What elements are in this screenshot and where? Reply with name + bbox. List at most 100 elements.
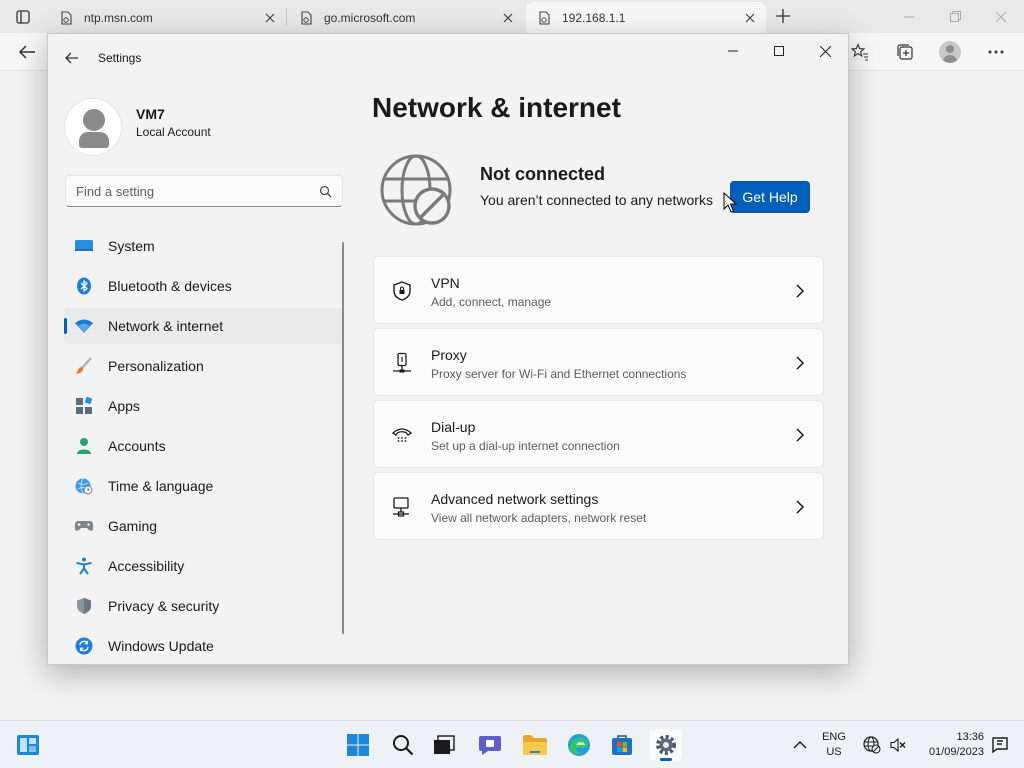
nav-item-accounts[interactable]: Accounts [64, 428, 344, 464]
card-dialup[interactable]: Dial-up Set up a dial-up internet connec… [373, 400, 824, 468]
card-advanced-network[interactable]: Advanced network settings View all netwo… [373, 472, 824, 540]
person-icon [74, 436, 94, 456]
nav-item-label: Time & language [108, 478, 214, 494]
minimize-icon [904, 16, 914, 17]
settings-taskbar-button[interactable] [650, 729, 682, 761]
nav-item-label: Network & internet [108, 318, 224, 334]
nav-item-personalization[interactable]: Personalization [64, 348, 344, 384]
search-box [65, 175, 343, 207]
card-vpn[interactable]: VPN Add, connect, manage [373, 256, 824, 324]
minimize-icon [728, 50, 738, 52]
nav-item-accessibility[interactable]: Accessibility [64, 548, 344, 584]
clock-time: 13:36 [956, 731, 984, 743]
get-help-button[interactable]: Get Help [730, 181, 810, 213]
card-title: Proxy [431, 347, 467, 363]
browser-close-button[interactable] [978, 0, 1024, 33]
browser-back-button[interactable] [12, 37, 42, 67]
shield-icon [74, 596, 94, 616]
search-input[interactable] [66, 176, 306, 206]
browser-tab-3[interactable]: 192.168.1.1 [526, 2, 766, 33]
browser-tab-2[interactable]: go.microsoft.com [288, 2, 524, 33]
tab-actions-button[interactable] [8, 6, 38, 28]
settings-minimize-button[interactable] [710, 36, 756, 66]
folder-icon [523, 735, 547, 755]
widgets-button[interactable] [12, 729, 44, 761]
monitor-icon [74, 236, 94, 256]
status-title: Not connected [480, 164, 606, 184]
input-language-indicator[interactable]: ENG US [818, 730, 850, 760]
nav-item-windows-update[interactable]: Windows Update [64, 628, 344, 664]
nav-item-network[interactable]: Network & internet [64, 308, 344, 344]
profile-button[interactable] [935, 37, 965, 67]
browser-restore-button[interactable] [932, 0, 978, 33]
card-subtitle: Add, connect, manage [431, 295, 552, 309]
language-region: US [826, 746, 842, 758]
card-title: VPN [431, 275, 460, 291]
chevron-up-icon [793, 741, 807, 749]
nav-item-gaming[interactable]: Gaming [64, 508, 344, 544]
arrow-left-icon [18, 45, 35, 59]
nav-item-apps[interactable]: Apps [64, 388, 344, 424]
show-hidden-icons-button[interactable] [784, 729, 816, 761]
nav-item-label: Accessibility [108, 558, 185, 574]
taskbar: ENG US 13:36 01/09/2023 [0, 720, 1024, 768]
tab-close-icon[interactable] [262, 10, 278, 26]
collections-icon [897, 44, 913, 60]
nav-item-label: Accounts [108, 438, 166, 454]
settings-back-button[interactable] [60, 46, 84, 70]
nav-scrollbar[interactable] [342, 242, 344, 634]
dialup-icon [391, 428, 413, 442]
page-icon [58, 10, 74, 26]
file-explorer-button[interactable] [519, 729, 551, 761]
chat-button[interactable] [474, 729, 506, 761]
browser-minimize-button[interactable] [886, 0, 932, 33]
card-subtitle: Set up a dial-up internet connection [431, 439, 620, 453]
tab-separator [286, 8, 287, 26]
tab-close-icon[interactable] [500, 10, 516, 26]
tab-actions-icon [16, 10, 30, 24]
browser-tab-1[interactable]: ntp.msn.com [48, 2, 286, 33]
card-subtitle: Proxy server for Wi-Fi and Ethernet conn… [431, 367, 687, 381]
settings-window-title: Settings [98, 51, 142, 65]
new-tab-button[interactable] [772, 5, 794, 27]
search-icon[interactable] [319, 185, 332, 198]
tab-label: 192.168.1.1 [562, 10, 626, 25]
accessibility-icon [74, 556, 94, 576]
nav-item-label: System [108, 238, 155, 254]
notifications-button[interactable] [984, 729, 1016, 761]
collections-button[interactable] [890, 37, 920, 67]
nav-item-privacy[interactable]: Privacy & security [64, 588, 344, 624]
card-proxy[interactable]: Proxy Proxy server for Wi-Fi and Etherne… [373, 328, 824, 396]
taskbar-search-button[interactable] [387, 729, 419, 761]
chevron-right-icon [796, 500, 805, 514]
nav-item-label: Privacy & security [108, 598, 220, 614]
nav-item-bluetooth[interactable]: Bluetooth & devices [64, 268, 344, 304]
star-list-icon [851, 43, 868, 61]
favorites-button[interactable] [845, 37, 875, 67]
account-profile[interactable]: VM7 Local Account [64, 98, 344, 156]
language-code: ENG [822, 731, 846, 743]
settings-titlebar: Settings [48, 34, 848, 82]
wifi-icon [74, 316, 94, 336]
update-icon [74, 636, 94, 656]
task-view-button[interactable] [428, 729, 460, 761]
nav-item-label: Gaming [108, 518, 158, 534]
chat-icon [479, 736, 501, 755]
settings-close-button[interactable] [802, 36, 848, 66]
tab-close-icon[interactable] [742, 10, 758, 26]
proxy-icon [393, 352, 411, 373]
globe-clock-icon [74, 476, 94, 496]
nav-item-system[interactable]: System [64, 228, 344, 264]
settings-maximize-button[interactable] [756, 36, 802, 66]
nav-item-time-language[interactable]: Time & language [64, 468, 344, 504]
bluetooth-icon [74, 276, 94, 296]
card-title: Advanced network settings [431, 491, 599, 507]
page-icon [298, 10, 314, 26]
start-button[interactable] [342, 729, 374, 761]
clock[interactable]: 13:36 01/09/2023 [910, 730, 984, 760]
search-icon [393, 735, 414, 756]
more-options-button[interactable] [981, 37, 1011, 67]
store-button[interactable] [606, 729, 638, 761]
globe-blocked-icon [380, 154, 452, 226]
edge-button[interactable] [563, 729, 595, 761]
